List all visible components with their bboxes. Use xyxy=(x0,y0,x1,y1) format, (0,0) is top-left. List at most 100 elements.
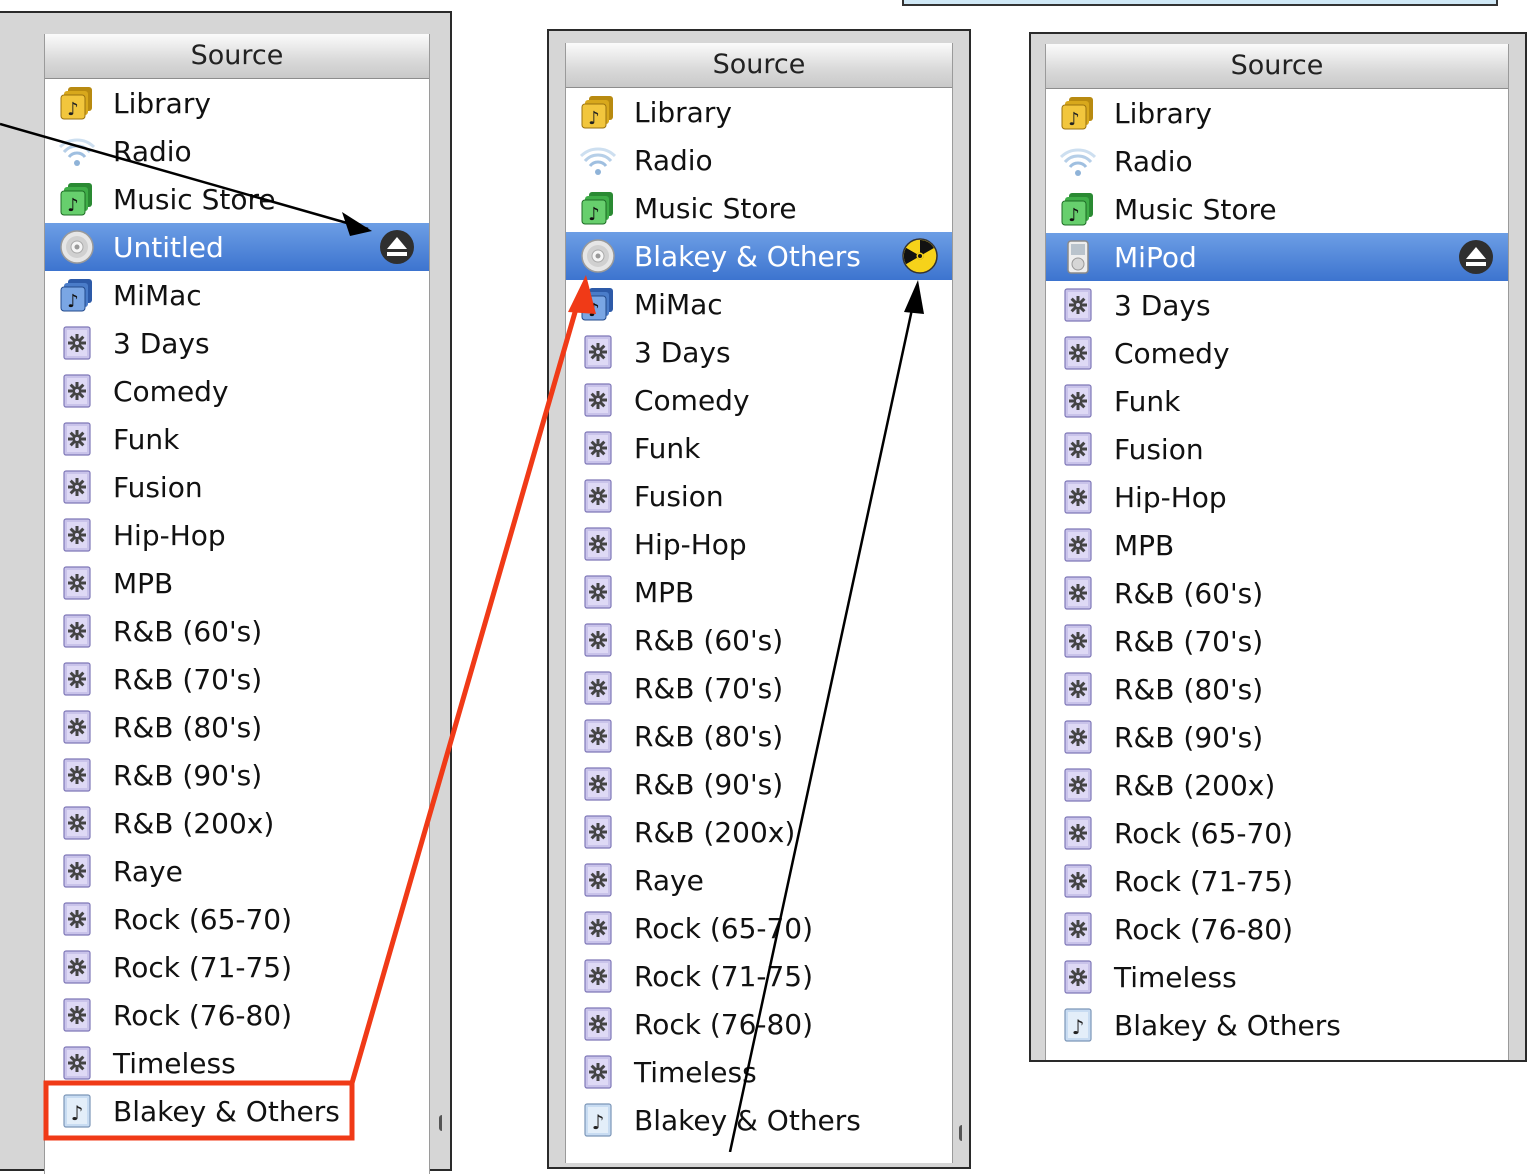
source-item[interactable]: ♪ Music Store xyxy=(45,175,429,223)
source-item[interactable]: ♪ Library xyxy=(566,88,952,136)
source-item[interactable]: Timeless xyxy=(1046,953,1508,1001)
music-store-icon: ♪ xyxy=(580,190,616,226)
source-item[interactable]: Funk xyxy=(45,415,429,463)
source-item[interactable]: Rock (65-70) xyxy=(1046,809,1508,857)
source-item[interactable]: Rock (65-70) xyxy=(566,904,952,952)
source-item[interactable]: Rock (76-80) xyxy=(45,991,429,1039)
source-item[interactable]: Untitled xyxy=(45,223,429,271)
source-item[interactable]: Hip-Hop xyxy=(566,520,952,568)
source-item[interactable]: R&B (90's) xyxy=(566,760,952,808)
smart-playlist-icon xyxy=(59,709,95,745)
smart-playlist-icon xyxy=(59,949,95,985)
source-item-label: Rock (71-75) xyxy=(113,950,293,984)
svg-text:♪: ♪ xyxy=(588,300,600,321)
source-item[interactable]: Blakey & Others xyxy=(566,232,952,280)
source-item[interactable]: Hip-Hop xyxy=(1046,473,1508,521)
source-item[interactable]: ♪ Blakey & Others xyxy=(45,1087,429,1135)
source-item[interactable]: Funk xyxy=(566,424,952,472)
source-item[interactable]: Comedy xyxy=(1046,329,1508,377)
ipod-icon xyxy=(1060,239,1096,275)
source-item[interactable]: R&B (200x) xyxy=(1046,761,1508,809)
cd-icon xyxy=(580,238,616,274)
source-item[interactable]: R&B (90's) xyxy=(1046,713,1508,761)
smart-playlist-icon xyxy=(1060,815,1096,851)
source-item[interactable]: R&B (60's) xyxy=(1046,569,1508,617)
source-panel-3: Source ♪ Library Radio ♪ Music Store MiPod 3 D… xyxy=(1029,32,1527,1062)
source-item[interactable]: ♪ Blakey & Others xyxy=(566,1096,952,1144)
source-item[interactable]: ♪ Library xyxy=(1046,89,1508,137)
source-item[interactable]: Raye xyxy=(566,856,952,904)
smart-playlist-icon xyxy=(1060,479,1096,515)
source-item[interactable]: R&B (70's) xyxy=(1046,617,1508,665)
library-icon: ♪ xyxy=(580,94,616,130)
source-item[interactable]: Rock (76-80) xyxy=(1046,905,1508,953)
source-item[interactable]: Timeless xyxy=(45,1039,429,1087)
source-item[interactable]: Rock (71-75) xyxy=(1046,857,1508,905)
source-item-label: MPB xyxy=(1114,528,1175,562)
source-item[interactable]: Comedy xyxy=(566,376,952,424)
source-item[interactable]: R&B (60's) xyxy=(566,616,952,664)
source-item[interactable]: Rock (71-75) xyxy=(566,952,952,1000)
resize-handle[interactable] xyxy=(439,1115,450,1131)
source-item[interactable]: ♪ Blakey & Others xyxy=(1046,1001,1508,1049)
source-item-label: 3 Days xyxy=(1114,288,1211,322)
source-item-label: MPB xyxy=(113,566,174,600)
source-item[interactable]: Fusion xyxy=(566,472,952,520)
eject-icon[interactable] xyxy=(1458,239,1494,275)
source-item[interactable]: MPB xyxy=(45,559,429,607)
source-item[interactable]: Timeless xyxy=(566,1048,952,1096)
svg-text:♪: ♪ xyxy=(71,1101,84,1125)
source-item-label: MiMac xyxy=(634,287,723,321)
smart-playlist-icon xyxy=(580,430,616,466)
resize-handle[interactable] xyxy=(959,1125,970,1141)
source-item[interactable]: R&B (60's) xyxy=(45,607,429,655)
source-item[interactable]: ♪ Library xyxy=(45,79,429,127)
source-item[interactable]: MPB xyxy=(1046,521,1508,569)
source-item[interactable]: R&B (80's) xyxy=(1046,665,1508,713)
source-item[interactable]: ♪ MiMac xyxy=(45,271,429,319)
source-item[interactable]: R&B (80's) xyxy=(566,712,952,760)
smart-playlist-icon xyxy=(1060,575,1096,611)
smart-playlist-icon xyxy=(1060,431,1096,467)
source-list-2: Source ♪ Library Radio ♪ Music Store Blakey &… xyxy=(565,43,953,1163)
source-item[interactable]: ♪ MiMac xyxy=(566,280,952,328)
smart-playlist-icon xyxy=(1060,287,1096,323)
source-item[interactable]: MPB xyxy=(566,568,952,616)
source-item[interactable]: Rock (71-75) xyxy=(45,943,429,991)
svg-text:♪: ♪ xyxy=(588,108,600,129)
source-item[interactable]: 3 Days xyxy=(1046,281,1508,329)
source-item[interactable]: Radio xyxy=(566,136,952,184)
smart-playlist-icon xyxy=(59,853,95,889)
eject-icon[interactable] xyxy=(379,229,415,265)
source-item[interactable]: Fusion xyxy=(1046,425,1508,473)
source-item[interactable]: R&B (90's) xyxy=(45,751,429,799)
source-item[interactable]: Hip-Hop xyxy=(45,511,429,559)
source-item[interactable]: R&B (70's) xyxy=(45,655,429,703)
source-item-label: MiMac xyxy=(113,278,202,312)
source-item[interactable]: Fusion xyxy=(45,463,429,511)
source-item[interactable]: Radio xyxy=(1046,137,1508,185)
source-item[interactable]: Raye xyxy=(45,847,429,895)
source-item[interactable]: Rock (76-80) xyxy=(566,1000,952,1048)
source-item[interactable]: R&B (200x) xyxy=(566,808,952,856)
source-item[interactable]: Funk xyxy=(1046,377,1508,425)
source-item[interactable]: R&B (200x) xyxy=(45,799,429,847)
source-item-label: Rock (71-75) xyxy=(634,959,814,993)
source-item[interactable]: Radio xyxy=(45,127,429,175)
source-item[interactable]: 3 Days xyxy=(45,319,429,367)
source-item[interactable]: Comedy xyxy=(45,367,429,415)
source-item[interactable]: MiPod xyxy=(1046,233,1508,281)
source-item-label: Radio xyxy=(1114,144,1193,178)
source-item[interactable]: R&B (80's) xyxy=(45,703,429,751)
burn-icon[interactable] xyxy=(902,238,938,274)
source-item[interactable]: Rock (65-70) xyxy=(45,895,429,943)
source-item[interactable]: R&B (70's) xyxy=(566,664,952,712)
source-item[interactable]: ♪ Music Store xyxy=(1046,185,1508,233)
radio-icon xyxy=(59,133,95,169)
source-item[interactable]: ♪ Music Store xyxy=(566,184,952,232)
source-item-label: Timeless xyxy=(113,1046,236,1080)
source-item-label: Timeless xyxy=(1114,960,1237,994)
source-item[interactable]: 3 Days xyxy=(566,328,952,376)
smart-playlist-icon xyxy=(59,325,95,361)
smart-playlist-icon xyxy=(59,613,95,649)
